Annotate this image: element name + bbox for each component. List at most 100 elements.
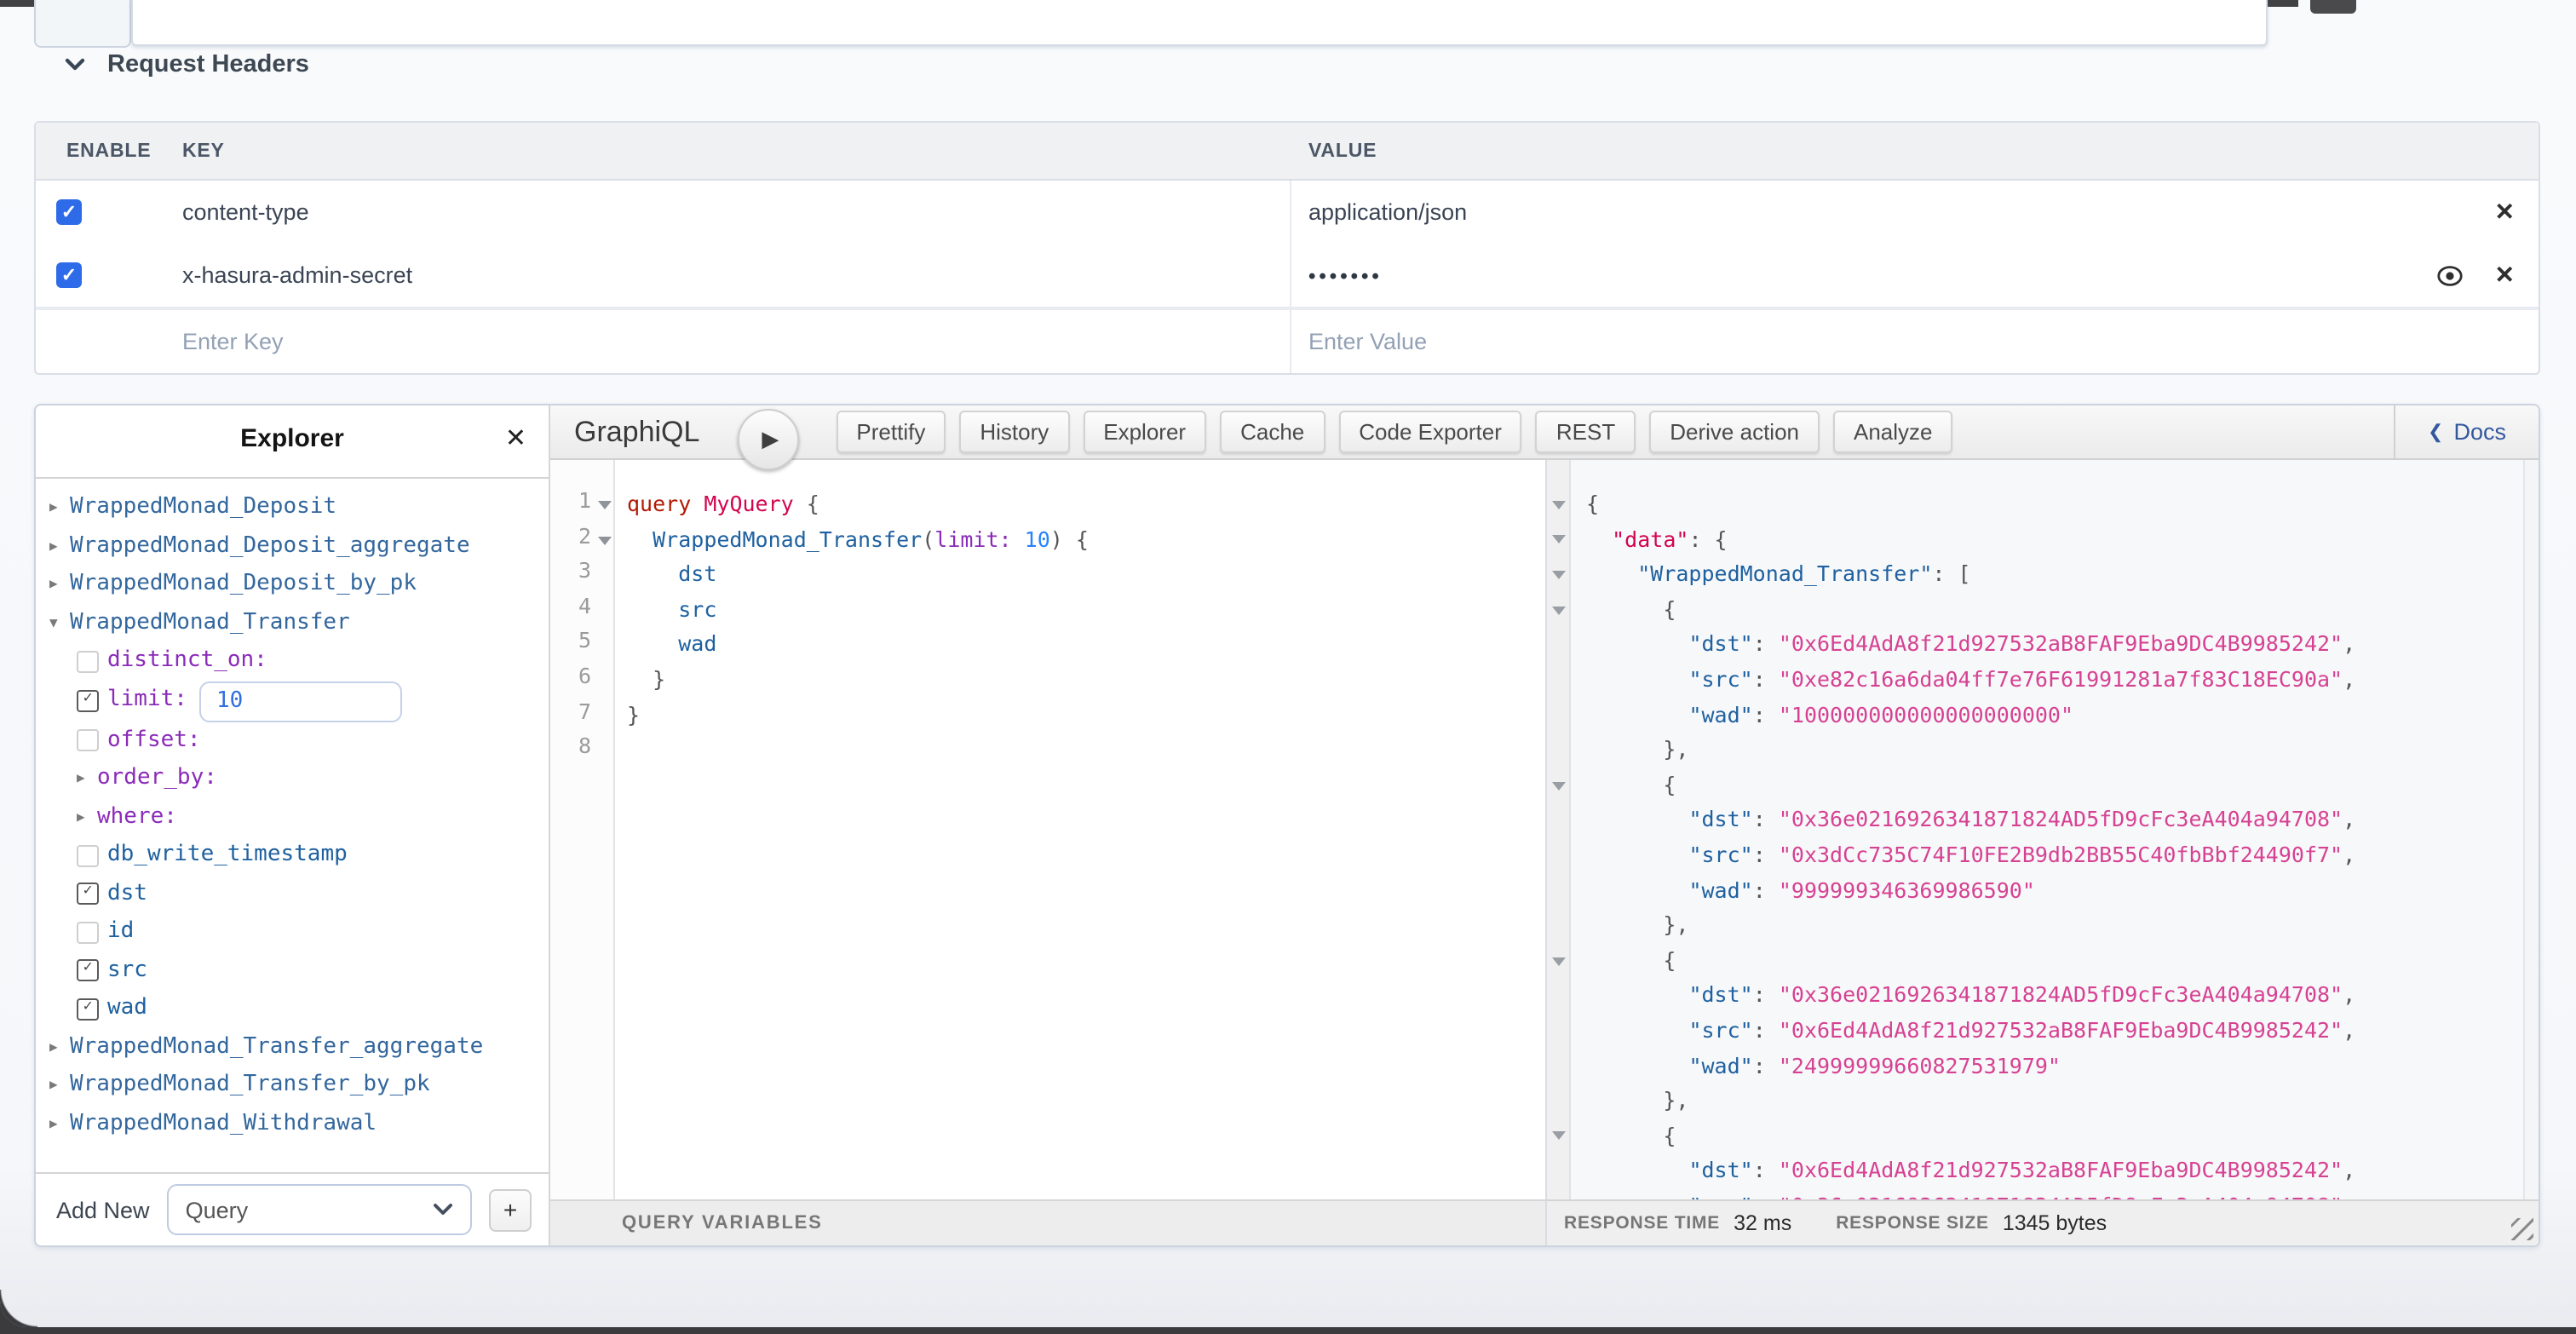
tree-item-label: db_write_timestamp bbox=[107, 837, 348, 875]
fold-arrow-icon[interactable] bbox=[1551, 1132, 1565, 1141]
header-value-cell[interactable]: application/json ✕ bbox=[1290, 181, 2539, 244]
tree-checkbox[interactable]: ✓ bbox=[77, 960, 99, 982]
response-line: "wad": "999999346369986590" bbox=[1586, 873, 2523, 908]
fold-arrow-icon[interactable] bbox=[1551, 781, 1565, 790]
tree-item-label: order_by: bbox=[97, 760, 217, 798]
line-number: 2 bbox=[550, 522, 613, 557]
tree-item-wrappedmonad_withdrawal[interactable]: ▶WrappedMonad_Withdrawal bbox=[49, 1105, 549, 1143]
tree-checkbox[interactable] bbox=[77, 730, 99, 752]
add-operation-button[interactable]: + bbox=[489, 1188, 532, 1231]
tree-arg-order_by[interactable]: ▶order_by: bbox=[49, 760, 549, 798]
fold-arrow-icon[interactable] bbox=[598, 501, 612, 509]
fold-row bbox=[1547, 733, 1569, 768]
tree-arrow-icon: ▶ bbox=[49, 1028, 70, 1067]
tree-arrow-icon: ▶ bbox=[49, 1067, 70, 1105]
tree-item-wrappedmonad_deposit_aggregate[interactable]: ▶WrappedMonad_Deposit_aggregate bbox=[49, 527, 549, 566]
toolbar-button-rest[interactable]: REST bbox=[1536, 411, 1636, 453]
response-line: { bbox=[1586, 768, 2523, 803]
tree-field-src[interactable]: ✓src bbox=[49, 952, 549, 990]
request-headers-section-toggle[interactable]: Request Headers bbox=[65, 51, 309, 78]
tree-checkbox[interactable]: ✓ bbox=[77, 690, 99, 712]
header-value: application/json bbox=[1308, 199, 1467, 225]
tree-field-dst[interactable]: ✓dst bbox=[49, 875, 549, 913]
tree-item-wrappedmonad_transfer[interactable]: ▼WrappedMonad_Transfer bbox=[49, 604, 549, 642]
fold-row bbox=[1547, 663, 1569, 698]
fold-arrow-icon[interactable] bbox=[1551, 571, 1565, 579]
fold-row bbox=[1547, 979, 1569, 1014]
query-variables-bar[interactable]: QUERY VARIABLES bbox=[550, 1199, 1545, 1245]
tree-item-wrappedmonad_deposit_by_pk[interactable]: ▶WrappedMonad_Deposit_by_pk bbox=[49, 566, 549, 604]
response-json: { "data": { "WrappedMonad_Transfer": [ {… bbox=[1571, 460, 2523, 1199]
header-value-input[interactable]: Enter Value bbox=[1290, 310, 2539, 373]
response-scrollbar[interactable] bbox=[2523, 460, 2539, 1199]
fold-row bbox=[1547, 1014, 1569, 1049]
code-line: } bbox=[627, 698, 1545, 733]
scrollbar-thumb[interactable] bbox=[2310, 0, 2356, 14]
toolbar-button-derive-action[interactable]: Derive action bbox=[1649, 411, 1820, 453]
endpoint-url-input-stub[interactable] bbox=[131, 0, 2268, 46]
graphiql-logo: GraphiQL bbox=[574, 415, 699, 449]
chevron-down-icon bbox=[65, 58, 85, 72]
window-corner bbox=[0, 1290, 37, 1327]
resize-grip[interactable] bbox=[2511, 1218, 2533, 1240]
tree-checkbox[interactable]: ✓ bbox=[77, 883, 99, 906]
execute-query-button[interactable]: ▶ bbox=[737, 408, 798, 469]
line-number: 1 bbox=[550, 487, 613, 522]
tree-item-wrappedmonad_transfer_by_pk[interactable]: ▶WrappedMonad_Transfer_by_pk bbox=[49, 1067, 549, 1105]
eye-icon[interactable] bbox=[2437, 265, 2464, 285]
tree-arrow-icon: ▶ bbox=[49, 1105, 70, 1143]
fold-arrow-icon[interactable] bbox=[1551, 957, 1565, 965]
endpoint-method-stub[interactable] bbox=[34, 0, 131, 48]
tree-field-id[interactable]: id bbox=[49, 913, 549, 952]
tree-checkbox[interactable] bbox=[77, 845, 99, 867]
toolbar-button-cache[interactable]: Cache bbox=[1220, 411, 1325, 453]
explorer-footer: Add New Query + bbox=[36, 1172, 549, 1245]
tree-arg-where[interactable]: ▶where: bbox=[49, 798, 549, 837]
header-key-cell[interactable]: x-hasura-admin-secret bbox=[182, 244, 1290, 307]
remove-header-icon[interactable]: ✕ bbox=[2488, 198, 2521, 227]
tree-checkbox[interactable] bbox=[77, 651, 99, 673]
query-code[interactable]: query MyQuery { WrappedMonad_Transfer(li… bbox=[615, 460, 1545, 1199]
toolbar-button-prettify[interactable]: Prettify bbox=[836, 411, 946, 453]
toolbar-button-code-exporter[interactable]: Code Exporter bbox=[1338, 411, 1522, 453]
fold-row bbox=[1547, 557, 1569, 592]
response-line: { bbox=[1586, 487, 2523, 522]
add-new-selected-value: Query bbox=[186, 1197, 249, 1222]
toolbar-button-explorer[interactable]: Explorer bbox=[1083, 411, 1206, 453]
tree-checkbox[interactable] bbox=[77, 922, 99, 944]
tree-arg-offset[interactable]: offset: bbox=[49, 722, 549, 760]
fold-arrow-icon[interactable] bbox=[1551, 536, 1565, 544]
header-value-cell[interactable]: •••••••✕ bbox=[1290, 244, 2539, 307]
tree-arg-limit[interactable]: ✓ limit: 10 bbox=[49, 681, 549, 722]
tree-item-wrappedmonad_deposit[interactable]: ▶WrappedMonad_Deposit bbox=[49, 489, 549, 527]
header-key-cell[interactable]: content-type bbox=[182, 181, 1290, 244]
response-line: "dst": "0x6Ed4AdA8f21d927532aB8FAF9Eba9D… bbox=[1586, 1154, 2523, 1189]
docs-link[interactable]: ❮ Docs bbox=[2394, 405, 2539, 458]
close-icon[interactable]: ✕ bbox=[505, 423, 526, 453]
toolbar-button-history[interactable]: History bbox=[959, 411, 1069, 453]
limit-value-input[interactable]: 10 bbox=[199, 681, 402, 722]
chevron-left-icon: ❮ bbox=[2428, 421, 2443, 443]
tree-field-wad[interactable]: ✓ wad bbox=[49, 990, 549, 1028]
response-line: "data": { bbox=[1586, 522, 2523, 557]
fold-row bbox=[1547, 1118, 1569, 1153]
fold-arrow-icon[interactable] bbox=[1551, 501, 1565, 509]
toolbar-button-analyze[interactable]: Analyze bbox=[1833, 411, 1953, 453]
header-enable-checkbox[interactable]: ✓ bbox=[56, 199, 82, 225]
tree-item-label: limit: bbox=[107, 682, 187, 721]
fold-arrow-icon[interactable] bbox=[598, 536, 612, 544]
tree-item-label: wad bbox=[107, 990, 147, 1028]
fold-row bbox=[1547, 698, 1569, 733]
add-new-label: Add New bbox=[56, 1197, 150, 1222]
tree-field-db_write_timestamp[interactable]: db_write_timestamp bbox=[49, 837, 549, 875]
fold-arrow-icon[interactable] bbox=[1551, 606, 1565, 614]
tree-item-wrappedmonad_transfer_aggregate[interactable]: ▶WrappedMonad_Transfer_aggregate bbox=[49, 1028, 549, 1067]
remove-header-icon[interactable]: ✕ bbox=[2488, 261, 2521, 290]
request-headers-table: ENABLE KEY VALUE ✓content-typeapplicatio… bbox=[34, 121, 2540, 375]
query-editor[interactable]: 12345678 query MyQuery { WrappedMonad_Tr… bbox=[550, 460, 1545, 1199]
tree-checkbox[interactable]: ✓ bbox=[77, 998, 99, 1021]
tree-arg-distinct_on[interactable]: distinct_on: bbox=[49, 642, 549, 681]
header-key-input[interactable]: Enter Key bbox=[182, 310, 1290, 373]
header-enable-checkbox[interactable]: ✓ bbox=[56, 262, 82, 288]
add-new-select[interactable]: Query bbox=[167, 1184, 472, 1235]
